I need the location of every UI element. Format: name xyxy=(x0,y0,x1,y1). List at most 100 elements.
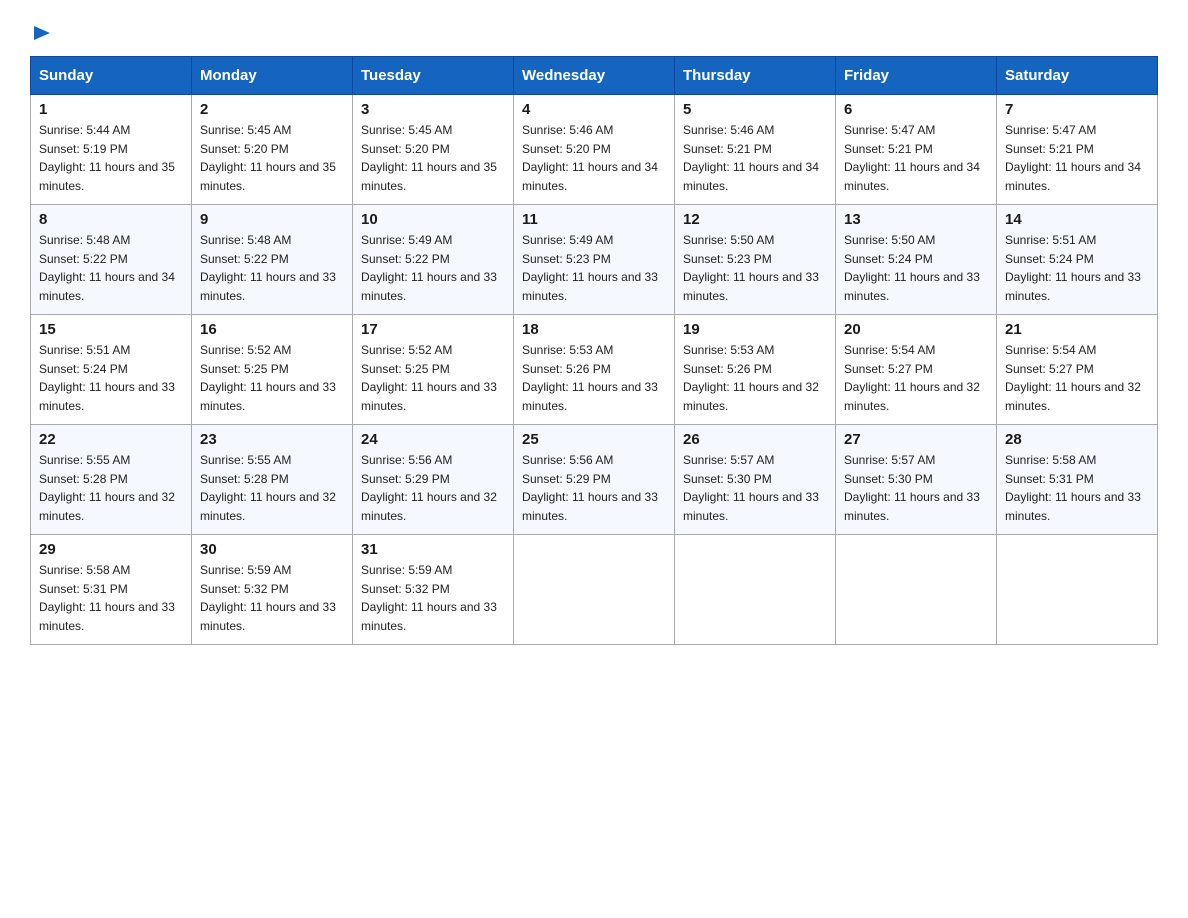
day-info: Sunrise: 5:58 AM Sunset: 5:31 PM Dayligh… xyxy=(39,561,183,635)
daylight-label: Daylight: 11 hours and 35 minutes. xyxy=(200,160,336,193)
day-info: Sunrise: 5:51 AM Sunset: 5:24 PM Dayligh… xyxy=(1005,231,1149,305)
day-number: 27 xyxy=(844,431,988,448)
day-info: Sunrise: 5:46 AM Sunset: 5:21 PM Dayligh… xyxy=(683,121,827,195)
day-number: 26 xyxy=(683,431,827,448)
sunrise-label: Sunrise: 5:48 AM xyxy=(39,233,130,247)
day-number: 3 xyxy=(361,101,505,118)
sunset-label: Sunset: 5:23 PM xyxy=(522,252,611,266)
sunrise-label: Sunrise: 5:56 AM xyxy=(522,453,613,467)
calendar-header: Sunday Monday Tuesday Wednesday Thursday… xyxy=(31,57,1158,95)
sunrise-label: Sunrise: 5:46 AM xyxy=(522,123,613,137)
day-number: 2 xyxy=(200,101,344,118)
sunrise-label: Sunrise: 5:52 AM xyxy=(361,343,452,357)
sunrise-label: Sunrise: 5:59 AM xyxy=(200,563,291,577)
day-info: Sunrise: 5:53 AM Sunset: 5:26 PM Dayligh… xyxy=(522,341,666,415)
day-info: Sunrise: 5:57 AM Sunset: 5:30 PM Dayligh… xyxy=(844,451,988,525)
sunset-label: Sunset: 5:28 PM xyxy=(200,472,289,486)
day-info: Sunrise: 5:53 AM Sunset: 5:26 PM Dayligh… xyxy=(683,341,827,415)
sunset-label: Sunset: 5:22 PM xyxy=(361,252,450,266)
daylight-label: Daylight: 11 hours and 32 minutes. xyxy=(844,380,980,413)
sunrise-label: Sunrise: 5:57 AM xyxy=(683,453,774,467)
daylight-label: Daylight: 11 hours and 33 minutes. xyxy=(844,490,980,523)
sunrise-label: Sunrise: 5:55 AM xyxy=(200,453,291,467)
day-info: Sunrise: 5:59 AM Sunset: 5:32 PM Dayligh… xyxy=(361,561,505,635)
sunset-label: Sunset: 5:30 PM xyxy=(844,472,933,486)
day-info: Sunrise: 5:46 AM Sunset: 5:20 PM Dayligh… xyxy=(522,121,666,195)
day-number: 13 xyxy=(844,211,988,228)
sunset-label: Sunset: 5:22 PM xyxy=(39,252,128,266)
sunrise-label: Sunrise: 5:50 AM xyxy=(683,233,774,247)
day-number: 16 xyxy=(200,321,344,338)
col-thursday: Thursday xyxy=(675,57,836,95)
day-number: 17 xyxy=(361,321,505,338)
day-info: Sunrise: 5:47 AM Sunset: 5:21 PM Dayligh… xyxy=(844,121,988,195)
daylight-label: Daylight: 11 hours and 34 minutes. xyxy=(39,270,175,303)
day-number: 19 xyxy=(683,321,827,338)
calendar-day-cell: 14 Sunrise: 5:51 AM Sunset: 5:24 PM Dayl… xyxy=(997,205,1158,315)
calendar-day-cell: 19 Sunrise: 5:53 AM Sunset: 5:26 PM Dayl… xyxy=(675,315,836,425)
calendar-day-cell: 13 Sunrise: 5:50 AM Sunset: 5:24 PM Dayl… xyxy=(836,205,997,315)
day-number: 12 xyxy=(683,211,827,228)
sunrise-label: Sunrise: 5:49 AM xyxy=(361,233,452,247)
sunrise-label: Sunrise: 5:56 AM xyxy=(361,453,452,467)
calendar-day-cell xyxy=(997,535,1158,645)
calendar-day-cell: 8 Sunrise: 5:48 AM Sunset: 5:22 PM Dayli… xyxy=(31,205,192,315)
sunset-label: Sunset: 5:26 PM xyxy=(683,362,772,376)
sunset-label: Sunset: 5:19 PM xyxy=(39,142,128,156)
sunset-label: Sunset: 5:31 PM xyxy=(1005,472,1094,486)
daylight-label: Daylight: 11 hours and 35 minutes. xyxy=(39,160,175,193)
day-info: Sunrise: 5:49 AM Sunset: 5:23 PM Dayligh… xyxy=(522,231,666,305)
sunrise-label: Sunrise: 5:50 AM xyxy=(844,233,935,247)
col-monday: Monday xyxy=(192,57,353,95)
day-info: Sunrise: 5:49 AM Sunset: 5:22 PM Dayligh… xyxy=(361,231,505,305)
logo-arrow-icon xyxy=(32,22,54,44)
day-info: Sunrise: 5:48 AM Sunset: 5:22 PM Dayligh… xyxy=(39,231,183,305)
sunset-label: Sunset: 5:24 PM xyxy=(39,362,128,376)
calendar-day-cell: 3 Sunrise: 5:45 AM Sunset: 5:20 PM Dayli… xyxy=(353,95,514,205)
day-number: 6 xyxy=(844,101,988,118)
sunset-label: Sunset: 5:26 PM xyxy=(522,362,611,376)
calendar-week-row: 15 Sunrise: 5:51 AM Sunset: 5:24 PM Dayl… xyxy=(31,315,1158,425)
sunrise-label: Sunrise: 5:55 AM xyxy=(39,453,130,467)
daylight-label: Daylight: 11 hours and 33 minutes. xyxy=(683,270,819,303)
daylight-label: Daylight: 11 hours and 32 minutes. xyxy=(361,490,497,523)
page-header xyxy=(30,20,1158,40)
sunrise-label: Sunrise: 5:45 AM xyxy=(200,123,291,137)
daylight-label: Daylight: 11 hours and 33 minutes. xyxy=(1005,490,1141,523)
calendar-day-cell: 17 Sunrise: 5:52 AM Sunset: 5:25 PM Dayl… xyxy=(353,315,514,425)
sunrise-label: Sunrise: 5:53 AM xyxy=(683,343,774,357)
sunrise-label: Sunrise: 5:59 AM xyxy=(361,563,452,577)
day-info: Sunrise: 5:51 AM Sunset: 5:24 PM Dayligh… xyxy=(39,341,183,415)
sunset-label: Sunset: 5:29 PM xyxy=(361,472,450,486)
day-number: 31 xyxy=(361,541,505,558)
daylight-label: Daylight: 11 hours and 33 minutes. xyxy=(200,270,336,303)
day-info: Sunrise: 5:50 AM Sunset: 5:24 PM Dayligh… xyxy=(844,231,988,305)
day-number: 11 xyxy=(522,211,666,228)
sunset-label: Sunset: 5:21 PM xyxy=(1005,142,1094,156)
daylight-label: Daylight: 11 hours and 33 minutes. xyxy=(361,380,497,413)
sunrise-label: Sunrise: 5:52 AM xyxy=(200,343,291,357)
day-number: 15 xyxy=(39,321,183,338)
sunrise-label: Sunrise: 5:54 AM xyxy=(1005,343,1096,357)
day-number: 21 xyxy=(1005,321,1149,338)
calendar-body: 1 Sunrise: 5:44 AM Sunset: 5:19 PM Dayli… xyxy=(31,95,1158,645)
col-tuesday: Tuesday xyxy=(353,57,514,95)
day-info: Sunrise: 5:45 AM Sunset: 5:20 PM Dayligh… xyxy=(200,121,344,195)
day-info: Sunrise: 5:54 AM Sunset: 5:27 PM Dayligh… xyxy=(844,341,988,415)
daylight-label: Daylight: 11 hours and 32 minutes. xyxy=(683,380,819,413)
day-info: Sunrise: 5:57 AM Sunset: 5:30 PM Dayligh… xyxy=(683,451,827,525)
sunrise-label: Sunrise: 5:51 AM xyxy=(39,343,130,357)
daylight-label: Daylight: 11 hours and 33 minutes. xyxy=(844,270,980,303)
sunset-label: Sunset: 5:29 PM xyxy=(522,472,611,486)
sunrise-label: Sunrise: 5:46 AM xyxy=(683,123,774,137)
sunrise-label: Sunrise: 5:48 AM xyxy=(200,233,291,247)
day-info: Sunrise: 5:50 AM Sunset: 5:23 PM Dayligh… xyxy=(683,231,827,305)
day-number: 28 xyxy=(1005,431,1149,448)
day-info: Sunrise: 5:52 AM Sunset: 5:25 PM Dayligh… xyxy=(361,341,505,415)
day-number: 9 xyxy=(200,211,344,228)
day-number: 1 xyxy=(39,101,183,118)
sunset-label: Sunset: 5:25 PM xyxy=(361,362,450,376)
daylight-label: Daylight: 11 hours and 35 minutes. xyxy=(361,160,497,193)
sunset-label: Sunset: 5:27 PM xyxy=(844,362,933,376)
sunset-label: Sunset: 5:22 PM xyxy=(200,252,289,266)
